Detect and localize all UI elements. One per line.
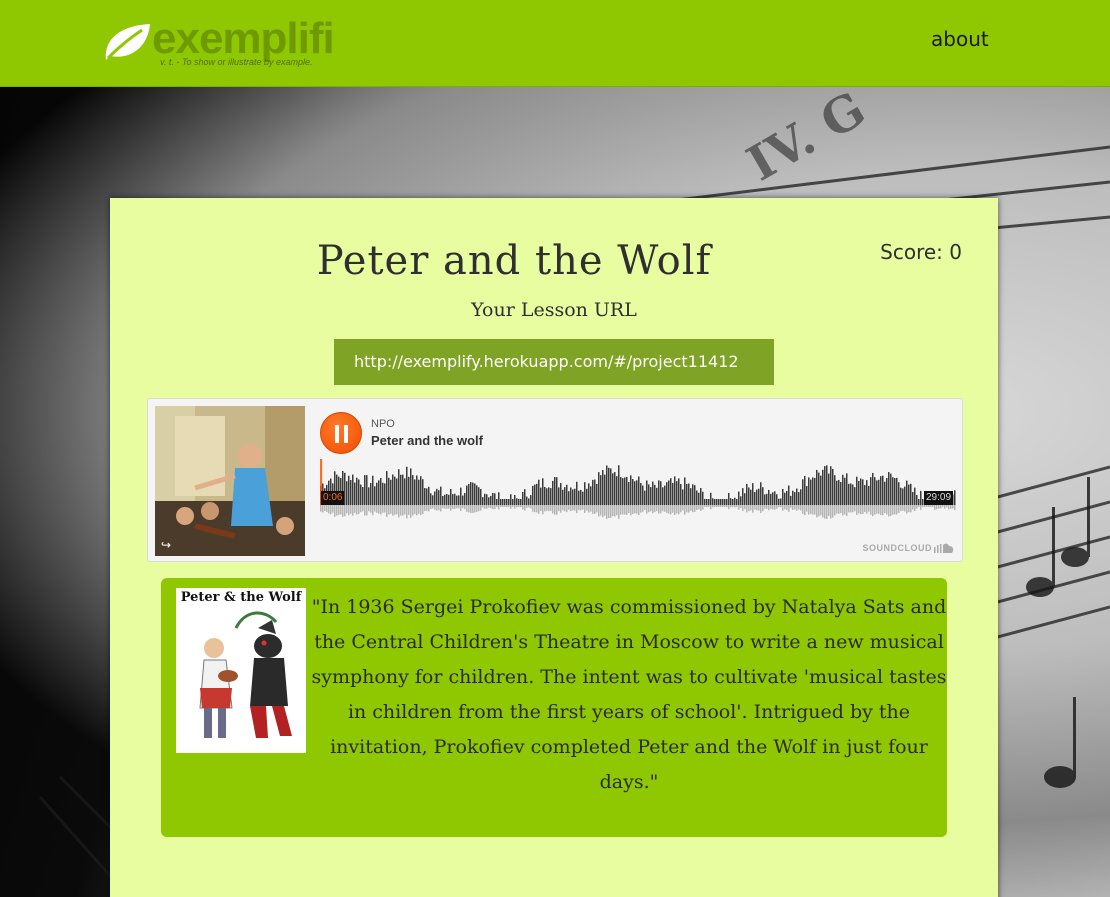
lesson-url-label: Your Lesson URL (471, 299, 637, 321)
quote-text: "In 1936 Sergei Prokofiev was commission… (311, 596, 947, 793)
top-header: exemplifi v. t. - To show or illustrate … (0, 0, 1110, 87)
track-title[interactable]: Peter and the wolf (371, 433, 483, 448)
book-cover-title: Peter & the Wolf (180, 590, 302, 605)
score-display: Score: 0 (880, 240, 962, 264)
waveform-top (320, 465, 956, 505)
nav-about-link[interactable]: about (931, 27, 989, 51)
track-uploader[interactable]: NPO (371, 418, 395, 430)
leaf-icon (105, 24, 150, 60)
svg-text:IV. G: IV. G (738, 87, 875, 192)
share-icon[interactable]: ↪ (161, 538, 171, 552)
total-duration: 29:09 (924, 491, 954, 505)
pause-button[interactable] (320, 412, 362, 454)
soundcloud-player: ↪ NPO Peter and the wolf 0:06 29:09 SOUN… (147, 398, 963, 562)
exemplifi-logo[interactable]: exemplifi v. t. - To show or illustrate … (102, 12, 362, 72)
peter-and-wolf-illustration (199, 611, 292, 738)
lesson-description: Peter & the Wolf "In 1936 Sergei Prokofi… (161, 578, 947, 837)
soundcloud-icon[interactable] (934, 543, 954, 553)
waveform-reflection (320, 505, 956, 519)
lesson-url-field[interactable]: http://exemplify.herokuapp.com/#/project… (334, 339, 774, 385)
book-cover-image: Peter & the Wolf (176, 588, 306, 753)
lesson-title: Peter and the Wolf (316, 238, 712, 284)
track-artwork[interactable]: ↪ (155, 406, 305, 556)
conductor-photo (155, 406, 305, 556)
waveform-seekbar[interactable] (320, 459, 956, 523)
logo-tagline: v. t. - To show or illustrate by example… (160, 57, 313, 67)
current-time: 0:06 (321, 491, 345, 505)
lesson-panel: Peter and the Wolf Score: 0 Your Lesson … (110, 198, 998, 897)
soundcloud-brand[interactable]: SOUNDCLOUD (863, 543, 933, 553)
